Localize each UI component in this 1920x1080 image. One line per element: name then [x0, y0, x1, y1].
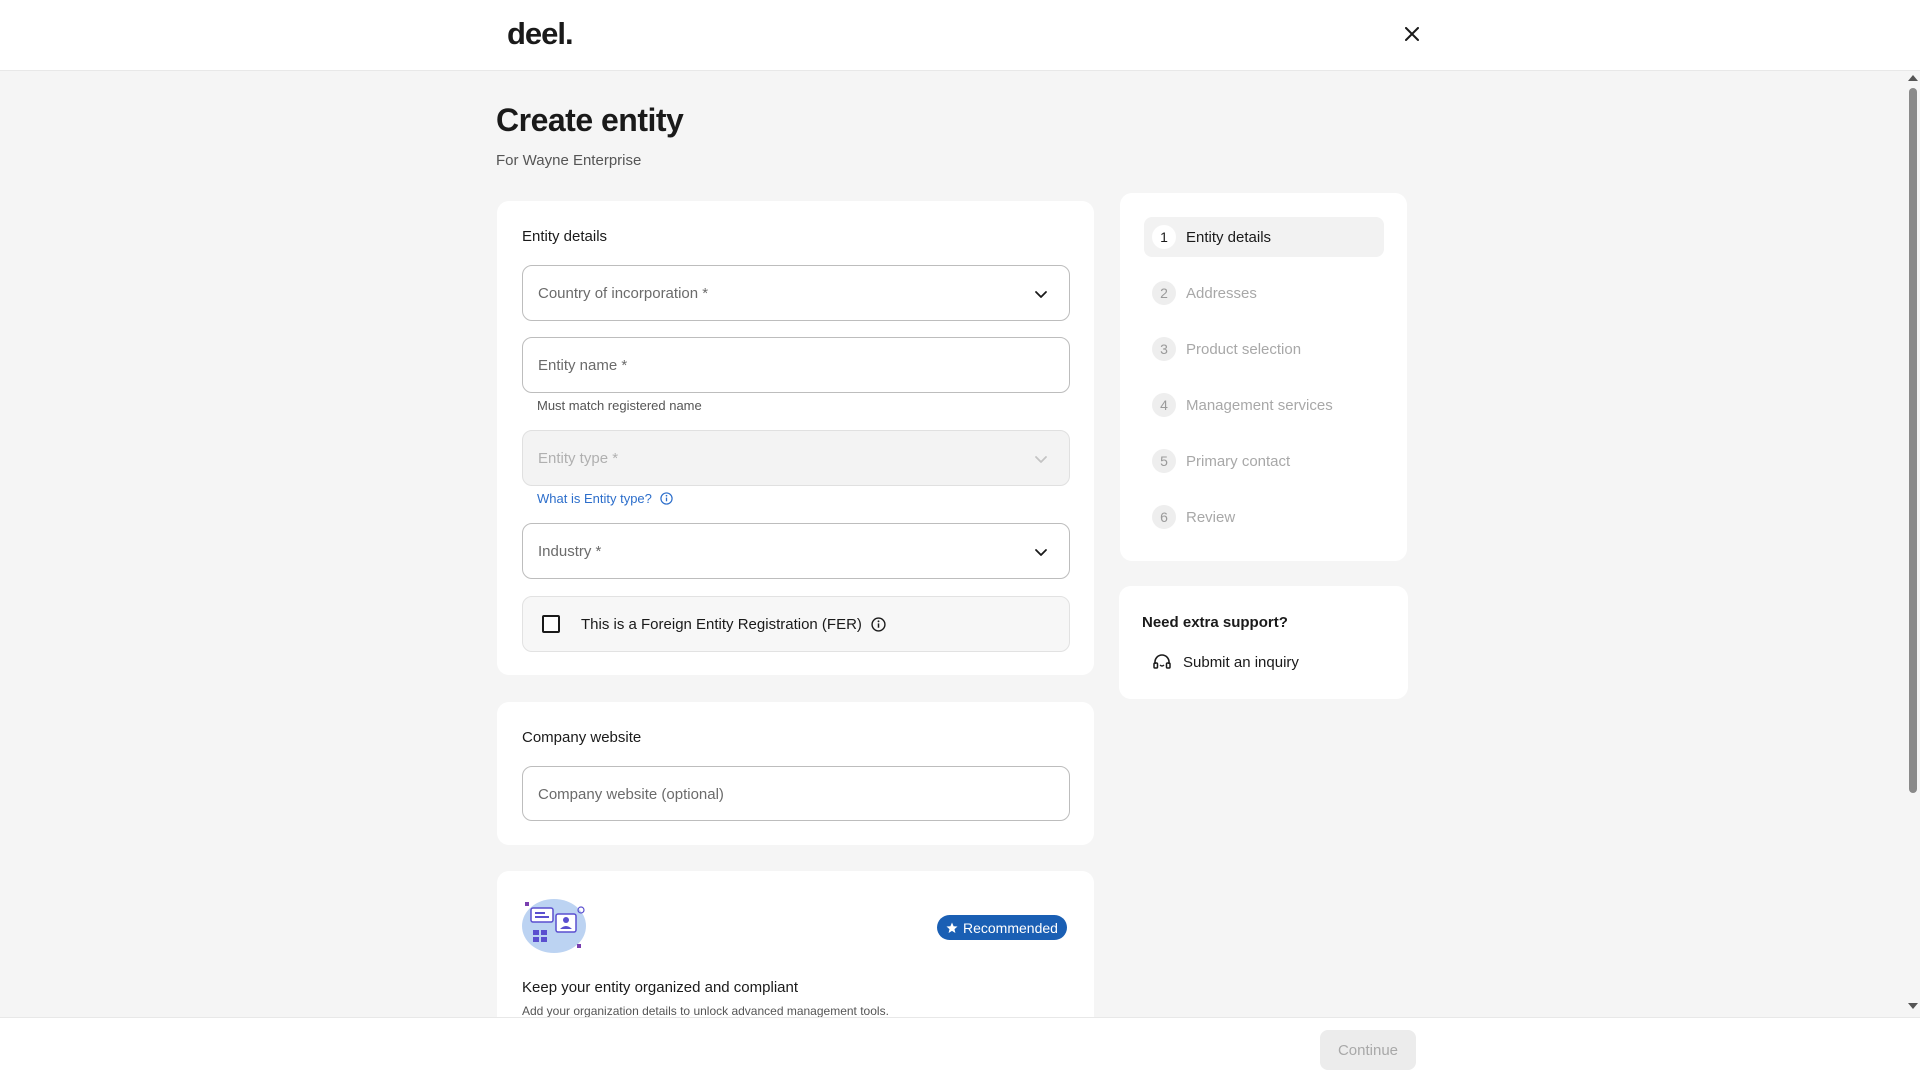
step-label: Review	[1186, 508, 1236, 526]
step-label: Management services	[1186, 396, 1333, 414]
page-title: Create entity	[496, 102, 684, 138]
entity-type-select: Entity type *	[522, 430, 1070, 486]
entity-type-placeholder: Entity type *	[538, 450, 619, 467]
entity-name-input[interactable]: Entity name *	[522, 337, 1070, 393]
step-management-services: 4 Management services	[1144, 385, 1384, 425]
entity-name-placeholder: Entity name *	[538, 357, 628, 374]
industry-placeholder: Industry *	[538, 543, 602, 560]
company-website-title: Company website	[522, 729, 642, 746]
entity-details-title: Entity details	[522, 228, 608, 245]
organization-illustration	[522, 899, 586, 953]
bottom-bar: Continue	[0, 1017, 1920, 1080]
promo-title: Keep your entity organized and compliant	[522, 979, 799, 996]
chevron-down-icon	[1035, 549, 1047, 556]
chevron-down-icon	[1035, 291, 1047, 298]
top-bar: deel.	[0, 0, 1920, 71]
headset-icon	[1153, 654, 1171, 669]
fer-checkbox[interactable]	[542, 615, 560, 633]
company-website-input[interactable]: Company website (optional)	[522, 766, 1070, 821]
step-number: 6	[1152, 505, 1176, 529]
step-entity-details[interactable]: 1 Entity details	[1144, 217, 1384, 257]
step-label: Product selection	[1186, 340, 1302, 358]
step-number: 2	[1152, 281, 1176, 305]
fer-label: This is a Foreign Entity Registration (F…	[581, 615, 862, 633]
star-icon	[946, 922, 958, 933]
country-placeholder: Country of incorporation *	[538, 285, 709, 302]
entity-type-help-link[interactable]: What is Entity type?	[537, 491, 673, 506]
step-addresses: 2 Addresses	[1144, 273, 1384, 313]
step-number: 4	[1152, 393, 1176, 417]
entity-type-help-label: What is Entity type?	[537, 491, 652, 506]
industry-select[interactable]: Industry *	[522, 523, 1070, 579]
info-icon	[871, 616, 886, 632]
step-review: 6 Review	[1144, 497, 1384, 537]
submit-inquiry-link[interactable]: Submit an inquiry	[1152, 652, 1299, 672]
page-subtitle: For Wayne Enterprise	[496, 152, 642, 169]
fer-info-button[interactable]	[871, 616, 886, 632]
entity-name-helper: Must match registered name	[537, 398, 702, 413]
info-icon	[660, 492, 673, 505]
scroll-up-arrow[interactable]	[1908, 75, 1918, 81]
scrollbar-thumb[interactable]	[1909, 88, 1917, 793]
step-label: Entity details	[1186, 228, 1272, 246]
company-website-placeholder: Company website (optional)	[538, 786, 724, 803]
promo-description: Add your organization details to unlock …	[522, 1004, 889, 1018]
step-label: Addresses	[1186, 284, 1257, 302]
country-of-incorporation-select[interactable]: Country of incorporation *	[522, 265, 1070, 321]
close-icon	[1405, 27, 1419, 41]
scroll-down-arrow[interactable]	[1908, 1003, 1918, 1009]
recommended-label: Recommended	[963, 919, 1058, 936]
recommended-badge: Recommended	[937, 915, 1067, 940]
company-website-card: Company website Company website (optiona…	[497, 702, 1094, 845]
close-button[interactable]	[1398, 20, 1426, 48]
chevron-down-icon	[1035, 456, 1047, 463]
promo-card: Recommended Keep your entity organized a…	[497, 871, 1094, 1018]
step-primary-contact: 5 Primary contact	[1144, 441, 1384, 481]
support-title: Need extra support?	[1142, 614, 1288, 631]
step-label: Primary contact	[1186, 452, 1291, 470]
step-number: 1	[1152, 225, 1176, 249]
support-card: Need extra support? Submit an inquiry	[1119, 586, 1408, 699]
deel-logo[interactable]: deel.	[507, 16, 574, 52]
fer-checkbox-row[interactable]: This is a Foreign Entity Registration (F…	[522, 596, 1070, 652]
step-product-selection: 3 Product selection	[1144, 329, 1384, 369]
entity-details-card: Entity details Country of incorporation …	[497, 201, 1094, 675]
submit-inquiry-label: Submit an inquiry	[1183, 653, 1299, 671]
continue-button[interactable]: Continue	[1320, 1030, 1416, 1070]
step-number: 3	[1152, 337, 1176, 361]
step-number: 5	[1152, 449, 1176, 473]
progress-steps-card: 1 Entity details 2 Addresses 3 Product s…	[1120, 193, 1407, 561]
